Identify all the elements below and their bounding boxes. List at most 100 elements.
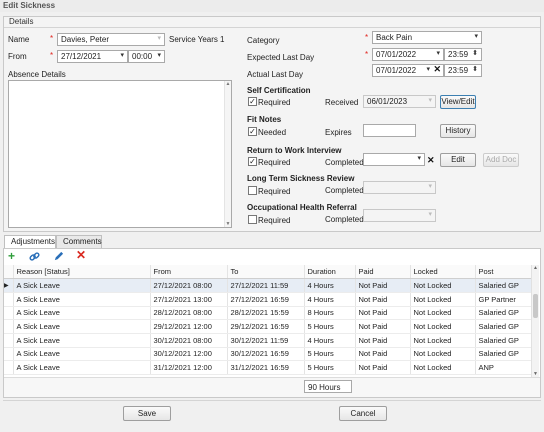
details-group-divider [4, 27, 540, 28]
scroll-up-arrow-icon[interactable]: ▲ [225, 81, 231, 87]
scroll-down-arrow-icon[interactable]: ▼ [225, 221, 231, 227]
save-button[interactable]: Save [123, 406, 171, 421]
details-group-title: Details [9, 17, 34, 26]
grid-scrollbar[interactable]: ▲ ▼ [531, 265, 539, 377]
cell-duration: 4 Hours [304, 333, 356, 348]
grid-scrollbar-thumb[interactable] [533, 294, 538, 318]
table-row[interactable]: ▶ A Sick Leave 27/12/2021 08:00 27/12/20… [4, 278, 531, 293]
name-value: Davies, Peter [61, 35, 110, 44]
view-edit-button[interactable]: View/Edit [440, 95, 476, 109]
cell-from: 30/12/2021 12:00 [150, 347, 228, 362]
ohr-completed-field[interactable]: ▾ [363, 209, 436, 222]
add-icon[interactable]: + [8, 250, 15, 262]
scroll-up-arrow-icon[interactable]: ▲ [532, 265, 539, 271]
name-dropdown-icon[interactable]: ▾ [157, 34, 161, 42]
actual-time-field[interactable]: 23:59 ⬍ [444, 64, 482, 77]
expected-time-field[interactable]: 23:59 ⬍ [444, 48, 482, 61]
column-header-locked[interactable]: Locked [410, 265, 476, 280]
fit-notes-expires-field[interactable] [363, 124, 416, 137]
actual-date-clear-icon[interactable]: ✕ [433, 65, 441, 75]
tab-adjustments[interactable]: Adjustments [4, 235, 56, 248]
from-date-field[interactable]: 27/12/2021 ▾ [57, 50, 128, 63]
column-header-to[interactable]: To [227, 265, 305, 280]
self-cert-received-dropdown-icon[interactable]: ▾ [428, 96, 432, 104]
expected-date-dropdown-icon[interactable]: ▾ [436, 49, 440, 57]
expected-date-value: 07/01/2022 [376, 50, 417, 59]
cell-post: GP Partner [475, 292, 531, 307]
expected-time-spinner-icon[interactable]: ⬍ [472, 49, 478, 57]
column-header-paid[interactable]: Paid [355, 265, 411, 280]
table-row[interactable]: A Sick Leave 27/12/2021 13:00 27/12/2021… [4, 292, 531, 307]
cell-reason: A Sick Leave [13, 360, 151, 375]
cell-reason: A Sick Leave [13, 292, 151, 307]
actual-date-dropdown-icon[interactable]: ▾ [426, 65, 430, 73]
absence-details-textarea[interactable]: ▲ ▼ [8, 80, 232, 228]
rtw-completed-dropdown-icon[interactable]: ▾ [417, 154, 421, 162]
ltsr-completed-field[interactable]: ▾ [363, 181, 436, 194]
from-date-dropdown-icon[interactable]: ▾ [120, 51, 124, 59]
self-cert-required-label: Required [258, 98, 291, 107]
cell-to: 30/12/2021 16:59 [227, 347, 305, 362]
absence-details-scrollbar[interactable]: ▲ ▼ [224, 81, 231, 227]
actual-time-spinner-icon[interactable]: ⬍ [472, 65, 478, 73]
absence-details-label: Absence Details [8, 70, 66, 79]
column-header-post[interactable]: Post [475, 265, 531, 280]
from-time-field[interactable]: 00:00 ▾ [128, 50, 165, 63]
expected-last-day-label: Expected Last Day [247, 53, 315, 62]
name-required-marker: * [50, 34, 54, 43]
table-row[interactable]: A Sick Leave 28/12/2021 08:00 28/12/2021… [4, 306, 531, 321]
column-header-duration[interactable]: Duration [304, 265, 356, 280]
expected-date-field[interactable]: 07/01/2022 ▾ [372, 48, 444, 61]
fit-notes-needed-checkbox[interactable]: ✓ [248, 127, 257, 136]
rtw-completed-label: Completed [325, 158, 364, 167]
tab-comments[interactable]: Comments [56, 235, 102, 248]
history-button[interactable]: History [440, 124, 476, 138]
link-icon[interactable] [29, 251, 40, 264]
grid-header-row: Reason [Status] From To Duration Paid Lo… [4, 265, 531, 280]
ltsr-completed-dropdown-icon[interactable]: ▾ [428, 182, 432, 190]
delete-icon[interactable]: ✕ [76, 249, 86, 261]
service-years-label: Service Years [169, 35, 218, 44]
cell-duration: 4 Hours [304, 292, 356, 307]
ohr-required-checkbox[interactable] [248, 215, 257, 224]
ltsr-required-checkbox[interactable] [248, 186, 257, 195]
cell-reason: A Sick Leave [13, 333, 151, 348]
column-header-from[interactable]: From [150, 265, 228, 280]
cell-paid: Not Paid [355, 319, 411, 334]
cell-duration: 4 Hours [304, 278, 356, 293]
ltsr-required-label: Required [258, 187, 291, 196]
edit-icon[interactable] [53, 251, 64, 264]
cell-locked: Not Locked [410, 333, 476, 348]
cell-post: Salaried GP [475, 306, 531, 321]
cell-locked: Not Locked [410, 292, 476, 307]
cell-paid: Not Paid [355, 292, 411, 307]
rtw-completed-field[interactable]: ▾ [363, 153, 425, 166]
rtw-required-checkbox[interactable]: ✓ [248, 157, 257, 166]
category-select[interactable]: Back Pain ▾ [372, 31, 482, 44]
self-cert-required-checkbox[interactable]: ✓ [248, 97, 257, 106]
from-time-dropdown-icon[interactable]: ▾ [157, 51, 161, 59]
ohr-completed-dropdown-icon[interactable]: ▾ [428, 210, 432, 218]
rtw-edit-button[interactable]: Edit [440, 153, 476, 167]
row-indicator-icon: ▶ [4, 278, 14, 293]
column-header-reason[interactable]: Reason [Status] [13, 265, 151, 280]
cell-post: ANP [475, 360, 531, 375]
table-row[interactable]: A Sick Leave 31/12/2021 12:00 31/12/2021… [4, 360, 531, 375]
add-doc-button[interactable]: Add Doc [483, 153, 519, 167]
category-dropdown-icon[interactable]: ▾ [474, 32, 478, 40]
cell-post: Salaried GP [475, 278, 531, 293]
cell-to: 29/12/2021 16:59 [227, 319, 305, 334]
table-row[interactable]: A Sick Leave 29/12/2021 12:00 29/12/2021… [4, 319, 531, 334]
table-row[interactable]: A Sick Leave 30/12/2021 12:00 30/12/2021… [4, 347, 531, 362]
rtw-completed-clear-icon[interactable]: ✕ [427, 155, 435, 166]
name-field[interactable]: Davies, Peter ▾ [57, 33, 165, 46]
actual-date-field[interactable]: 07/01/2022 ▾ ✕ [372, 64, 444, 77]
total-duration-field: 90 Hours [304, 380, 352, 393]
button-bar-divider [3, 400, 541, 401]
self-cert-received-field[interactable]: 06/01/2023 ▾ [363, 95, 436, 108]
fit-notes-needed-label: Needed [258, 128, 287, 137]
actual-date-value: 07/01/2022 [376, 66, 417, 75]
cell-duration: 5 Hours [304, 347, 356, 362]
table-row[interactable]: A Sick Leave 30/12/2021 08:00 30/12/2021… [4, 333, 531, 348]
cancel-button[interactable]: Cancel [339, 406, 387, 421]
